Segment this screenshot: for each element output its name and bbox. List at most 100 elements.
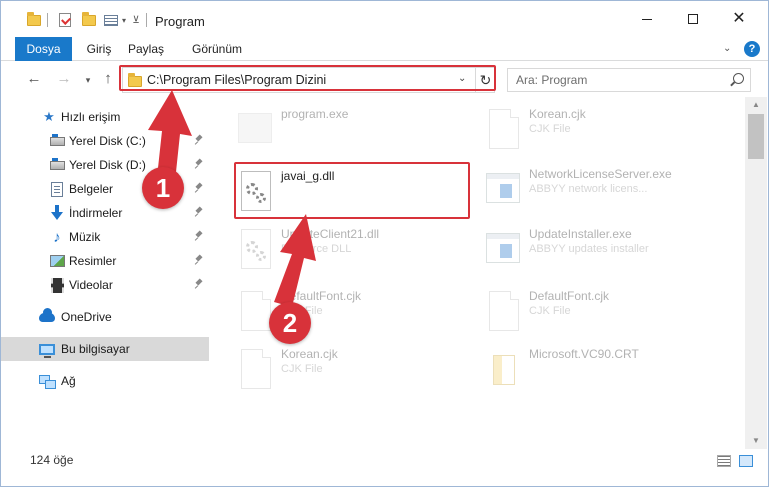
pin-icon[interactable] [195,207,203,219]
file-item[interactable]: DefaultFont.cjk CJK File [461,283,691,341]
dll-file-icon [238,227,274,271]
file-name: program.exe [281,107,349,121]
sidebar-item-videos[interactable]: Videolar [1,273,209,297]
scroll-thumb[interactable] [748,114,764,159]
properties-icon[interactable] [56,11,74,29]
up-button[interactable]: ↑ [99,70,117,88]
file-name: DefaultFont.cjk [529,289,610,303]
sidebar-item-label: Hızlı erişim [61,110,121,124]
file-icon [238,347,274,391]
tab-file[interactable]: Dosya [15,37,72,61]
sidebar-item-network[interactable]: Ağ [1,369,209,393]
pin-icon[interactable] [195,231,203,243]
close-button[interactable]: ✕ [716,1,762,37]
drive-icon [49,157,65,173]
pin-icon[interactable] [195,183,203,195]
search-box[interactable] [507,68,751,92]
sidebar-item-this-pc[interactable]: Bu bilgisayar [1,337,209,361]
onedrive-icon [39,307,55,325]
sidebar-item-music[interactable]: ♪ Müzik [1,225,209,249]
details-view-icon[interactable] [717,455,731,467]
file-name: Korean.cjk [281,347,338,361]
recent-locations-button[interactable]: ▾ [79,71,97,89]
search-input[interactable] [508,69,728,91]
sidebar-item-label: OneDrive [61,310,112,324]
file-name: Microsoft.VC90.CRT [529,347,639,361]
file-item[interactable]: Korean.cjk CJK File [461,101,691,159]
help-icon[interactable]: ? [744,41,760,57]
exe-file-icon [486,227,522,271]
file-name: Korean.cjk [529,107,586,121]
file-type: Resource DLL [281,243,352,255]
step-1-badge: 1 [142,167,184,209]
sidebar-item-onedrive[interactable]: OneDrive [1,305,209,329]
item-count: 124 öğe [30,453,74,467]
exe-file-icon [238,107,274,151]
sidebar-item-label: Resimler [69,254,117,268]
divider [146,13,147,27]
exe-file-icon [486,167,522,211]
drive-icon [49,133,65,149]
file-type: CJK File [529,305,571,317]
file-type: ABBYY network licens... [529,183,648,195]
sidebar-item-label: İndirmeler [69,206,123,220]
navigation-pane: ★ Hızlı erişim Yerel Disk (C:) Yerel Dis… [1,97,209,449]
pin-icon[interactable] [195,279,203,291]
sidebar-item-label: Müzik [69,230,101,244]
sidebar-item-label: Yerel Disk (D:) [69,158,146,172]
file-name: NetworkLicenseServer.exe [529,167,672,181]
chevron-down-icon[interactable]: ▾ [119,11,129,29]
file-highlight-box [234,162,470,219]
tab-view[interactable]: Görünüm [187,37,247,61]
file-name: UpdateInstaller.exe [529,227,632,241]
file-type: ABBYY updates installer [529,243,649,255]
view-icon[interactable] [102,11,120,29]
step-2-badge: 2 [269,302,311,344]
search-icon[interactable] [733,73,744,84]
pin-icon[interactable] [195,255,203,267]
file-list: program.exe javai_g.dll UpdateClient21.d… [213,97,745,449]
file-item[interactable]: UpdateClient21.dll Resource DLL [213,221,443,279]
sidebar-item-downloads[interactable]: İndirmeler [1,201,209,225]
divider [47,13,48,27]
scroll-up-icon[interactable]: ▲ [745,97,767,113]
file-name: UpdateClient21.dll [281,227,380,241]
pin-icon[interactable] [195,159,203,171]
file-item[interactable]: Korean.cjk CJK File [213,341,443,399]
sidebar-item-quick-access[interactable]: ★ Hızlı erişim [1,105,209,129]
file-item[interactable]: UpdateInstaller.exe ABBYY updates instal… [461,221,691,279]
large-icons-view-icon[interactable] [739,455,753,467]
downloads-icon [49,205,65,221]
new-folder-icon[interactable] [80,11,98,29]
minimize-button[interactable] [624,1,670,37]
file-icon [486,289,522,333]
archive-icon [486,347,522,391]
window-title: Program [155,14,205,29]
file-icon [486,107,522,151]
customize-toolbar-icon[interactable]: ⊻ [131,11,141,29]
expand-ribbon-icon[interactable]: ⌄ [723,43,731,54]
documents-icon [49,181,65,197]
computer-icon [39,341,55,358]
file-item[interactable]: DefaultFont.cjk CJK File [213,283,443,341]
title-bar: ▾ ⊻ Program ✕ [1,1,768,37]
sidebar-item-local-disk-c[interactable]: Yerel Disk (C:) [1,129,209,153]
sidebar-item-pictures[interactable]: Resimler [1,249,209,273]
file-item[interactable]: Microsoft.VC90.CRT [461,341,691,399]
tab-home[interactable]: Giriş [79,37,119,61]
sidebar-item-label: Videolar [69,278,113,292]
pin-icon[interactable] [195,135,203,147]
file-item[interactable]: program.exe [213,101,443,159]
scroll-down-icon[interactable]: ▼ [745,433,767,449]
file-item[interactable]: NetworkLicenseServer.exe ABBYY network l… [461,161,691,219]
music-icon: ♪ [53,228,61,246]
forward-button[interactable]: → [55,70,73,88]
address-highlight-box [119,65,496,91]
file-type: CJK File [529,123,571,135]
file-type: CJK File [281,363,323,375]
network-icon [39,373,56,389]
tab-share[interactable]: Paylaş [121,37,171,61]
back-button[interactable]: ← [25,70,43,88]
maximize-button[interactable] [670,1,716,37]
vertical-scrollbar[interactable]: ▲ ▼ [745,97,767,449]
